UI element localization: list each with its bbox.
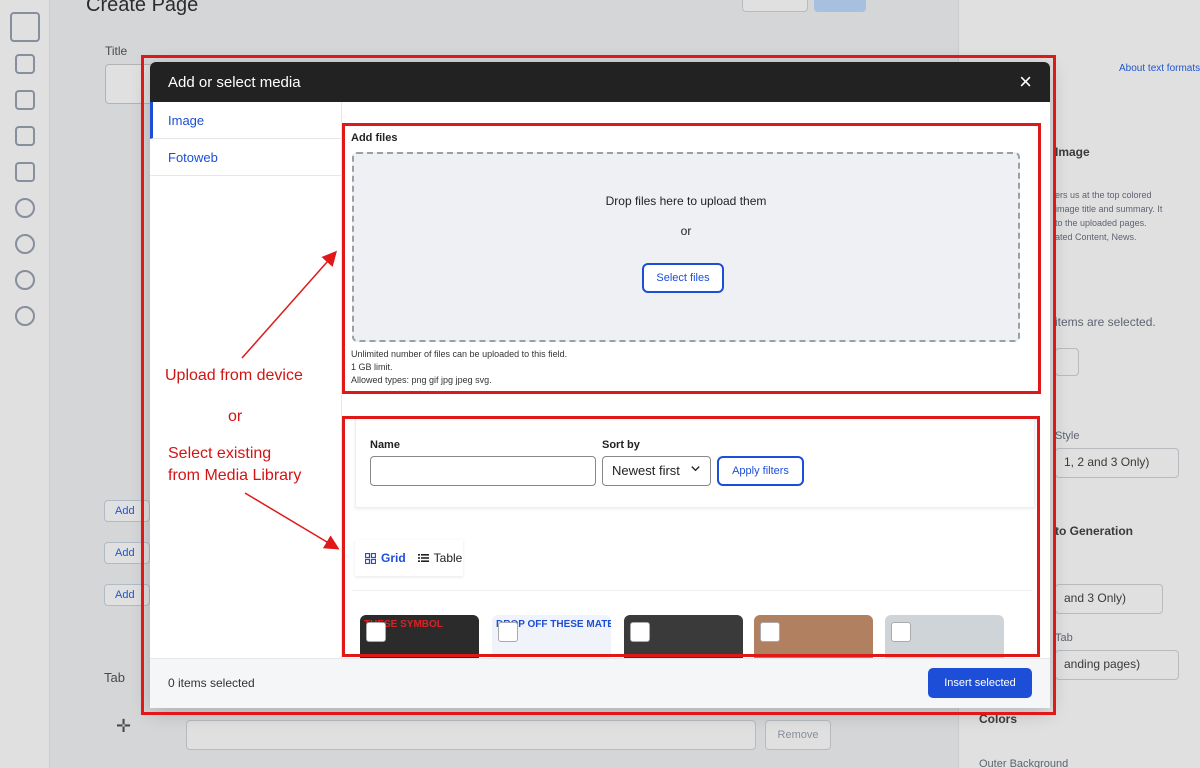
annotation-upload-box <box>342 123 1041 394</box>
annotation-library-line1: Select existing <box>168 445 272 462</box>
annotation-library-box <box>342 416 1040 657</box>
annotation-upload-text: Upload from device <box>165 367 303 384</box>
annotation-or-text: or <box>228 408 243 425</box>
annotation-library-line2: from Media Library <box>168 467 302 484</box>
